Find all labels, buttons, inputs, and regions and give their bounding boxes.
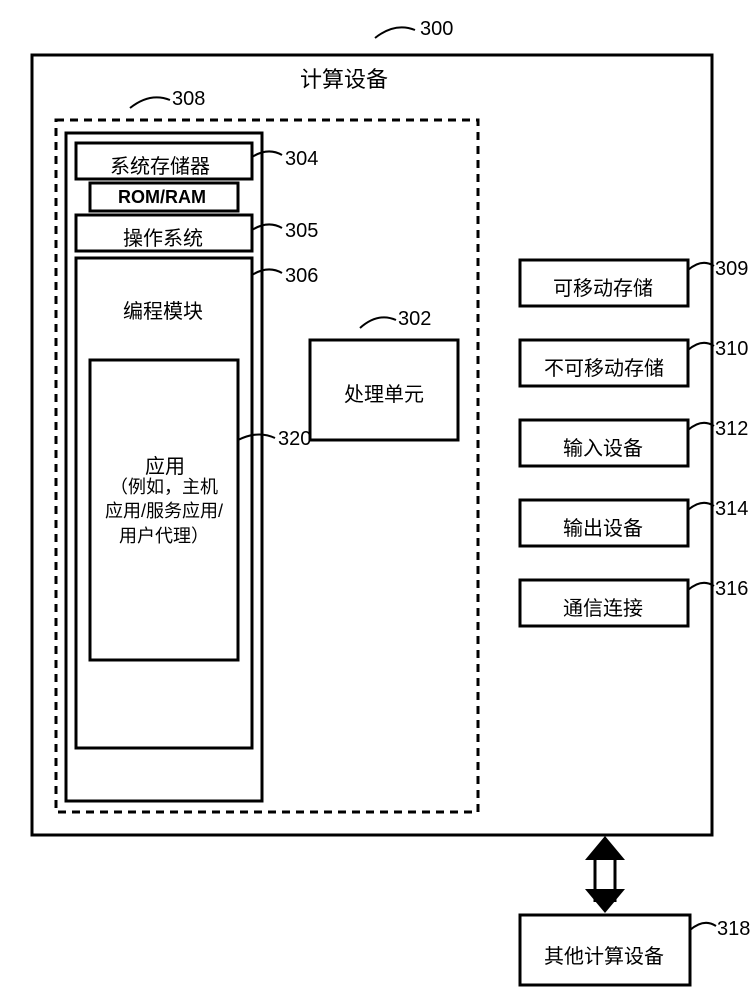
ref-320: 320 — [278, 428, 311, 451]
title-label: 计算设备 — [300, 62, 388, 94]
leader-308 — [130, 97, 170, 108]
processing-unit-label: 处理单元 — [344, 378, 424, 407]
ref-316: 316 — [715, 578, 748, 601]
leader-302 — [360, 317, 396, 328]
leader-314 — [688, 503, 714, 510]
ref-309: 309 — [715, 258, 748, 281]
output-device-label: 输出设备 — [563, 512, 643, 541]
ref-305: 305 — [285, 220, 318, 243]
ref-304: 304 — [285, 148, 318, 171]
double-arrow-icon — [585, 836, 625, 913]
leader-309 — [688, 263, 714, 270]
removable-storage-label: 可移动存储 — [553, 272, 653, 301]
ref-308: 308 — [172, 88, 205, 111]
leader-305 — [252, 224, 282, 230]
ref-306: 306 — [285, 265, 318, 288]
ref-318: 318 — [717, 918, 750, 941]
ref-302: 302 — [398, 308, 431, 331]
leader-316 — [688, 583, 714, 590]
comm-conn-label: 通信连接 — [563, 592, 643, 621]
leader-306 — [252, 269, 282, 275]
leader-300 — [375, 27, 415, 38]
input-device-label: 输入设备 — [563, 432, 643, 461]
ref-312: 312 — [715, 418, 748, 441]
leader-320 — [238, 434, 275, 440]
leader-304 — [252, 151, 282, 157]
leader-318 — [690, 923, 716, 930]
other-devices-label: 其他计算设备 — [544, 940, 664, 969]
ref-314: 314 — [715, 498, 748, 521]
ref-310: 310 — [715, 338, 748, 361]
leader-310 — [688, 343, 714, 350]
nonremovable-storage-label: 不可移动存储 — [544, 352, 664, 381]
rom-ram-label: ROM/RAM — [118, 187, 206, 208]
ref-300: 300 — [420, 18, 453, 41]
os-label: 操作系统 — [123, 222, 203, 251]
application-sub-label: （例如，主机 应用/服务应用/ 用户代理） — [96, 475, 232, 548]
leader-312 — [688, 423, 714, 430]
prog-module-label: 编程模块 — [123, 295, 203, 324]
system-memory-label: 系统存储器 — [110, 150, 210, 179]
